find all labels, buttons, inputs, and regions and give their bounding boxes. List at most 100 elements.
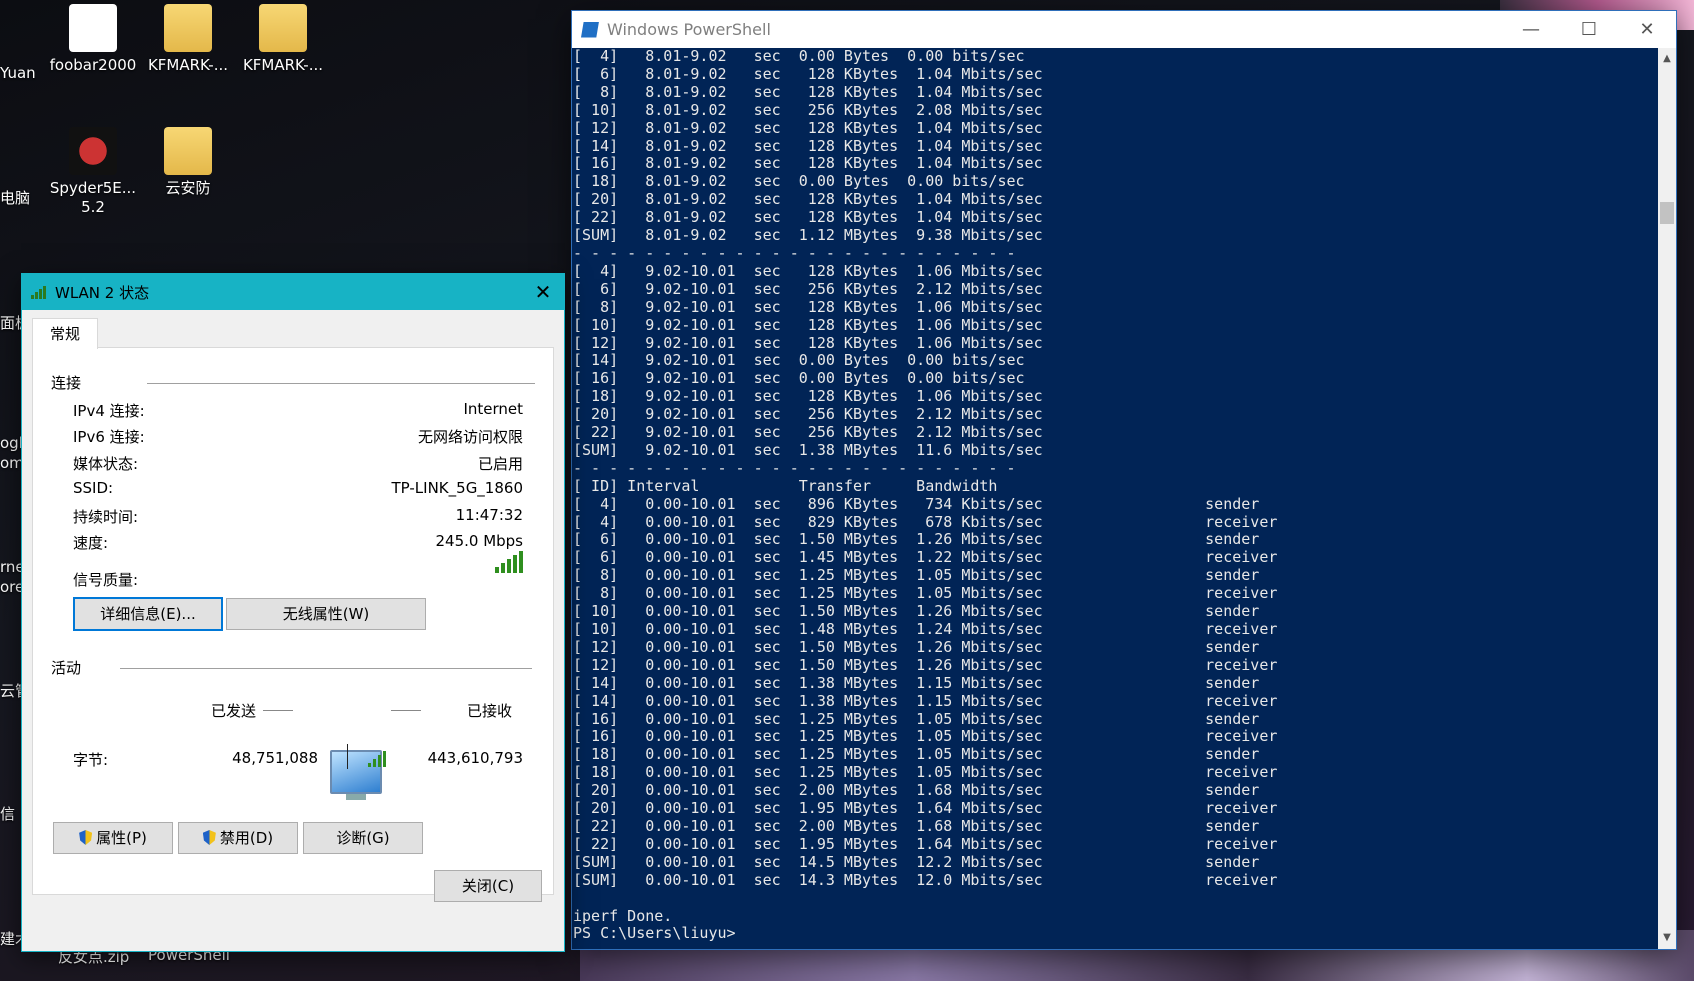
console-line: [ 12] 0.00-10.01 sec 1.50 MBytes 1.26 Mb…	[573, 637, 1260, 656]
close-dialog-button[interactable]: 关闭(C)	[434, 870, 542, 902]
activity-header: 活动	[51, 659, 82, 677]
desktop-icon-kfmark-1[interactable]: KFMARK-...	[143, 0, 233, 75]
details-button[interactable]: 详细信息(E)...	[73, 597, 223, 631]
console-line: [ 22] 0.00-10.01 sec 2.00 MBytes 1.68 Mb…	[573, 816, 1260, 835]
console-line: [ 10] 9.02-10.01 sec 128 KBytes 1.06 Mbi…	[573, 315, 1043, 334]
console-output[interactable]: [ 4] 8.01-9.02 sec 0.00 Bytes 0.00 bits/…	[572, 48, 1658, 949]
activity-line-left	[263, 710, 293, 711]
console-line: [ 18] 8.01-9.02 sec 0.00 Bytes 0.00 bits…	[573, 172, 1025, 191]
console-line: PS C:\Users\liuyu>	[573, 924, 736, 943]
desktop-partial-label: 信	[0, 805, 16, 823]
close-button[interactable]: ✕	[1618, 11, 1676, 48]
console-line: [ 12] 9.02-10.01 sec 128 KBytes 1.06 Mbi…	[573, 333, 1043, 352]
connection-header: 连接	[51, 374, 82, 392]
signal-quality-icon	[495, 551, 523, 573]
console-line: [ 10] 0.00-10.01 sec 1.50 MBytes 1.26 Mb…	[573, 602, 1260, 621]
signal-quality-label: 信号质量:	[73, 571, 139, 589]
desktop-icon-yunanfang[interactable]: 云安防	[143, 123, 233, 198]
console-line: [ 10] 0.00-10.01 sec 1.48 MBytes 1.24 Mb…	[573, 620, 1278, 638]
console-line: - - - - - - - - - - - - - - - - - - - - …	[573, 458, 1016, 477]
console-line: [ 4] 9.02-10.01 sec 128 KBytes 1.06 Mbit…	[573, 261, 1043, 280]
console-line: [ 8] 8.01-9.02 sec 128 KBytes 1.04 Mbits…	[573, 82, 1043, 101]
console-line: [ 18] 0.00-10.01 sec 1.25 MBytes 1.05 Mb…	[573, 763, 1278, 782]
powershell-title: Windows PowerShell	[607, 20, 771, 39]
console-line: [ 14] 9.02-10.01 sec 0.00 Bytes 0.00 bit…	[573, 351, 1025, 370]
powershell-icon	[581, 21, 599, 38]
console-line: [ 8] 0.00-10.01 sec 1.25 MBytes 1.05 Mbi…	[573, 566, 1260, 585]
console-line: [ 18] 9.02-10.01 sec 128 KBytes 1.06 Mbi…	[573, 387, 1043, 406]
dialog-title: WLAN 2 状态	[55, 283, 150, 302]
console-scrollbar[interactable]: ▲ ▼	[1658, 48, 1676, 949]
dialog-close-icon[interactable]: ✕	[530, 279, 556, 305]
divider	[120, 668, 532, 669]
desktop-icon-foobar2000[interactable]: foobar2000	[48, 0, 138, 75]
console-line: [ 16] 0.00-10.01 sec 1.25 MBytes 1.05 Mb…	[573, 709, 1260, 728]
general-panel: 连接 IPv4 连接: Internet IPv6 连接: 无网络访问权限 媒体…	[32, 347, 554, 895]
desktop-icon-kfmark-2[interactable]: KFMARK-...	[238, 0, 328, 75]
powershell-window[interactable]: Windows PowerShell — ☐ ✕ [ 4] 8.01-9.02 …	[572, 11, 1676, 949]
scroll-down-icon[interactable]: ▼	[1658, 929, 1676, 947]
console-line: [ 6] 0.00-10.01 sec 1.50 MBytes 1.26 Mbi…	[573, 530, 1260, 549]
console-line: [SUM] 0.00-10.01 sec 14.3 MBytes 12.0 Mb…	[573, 870, 1278, 889]
console-line: [ 4] 8.01-9.02 sec 0.00 Bytes 0.00 bits/…	[573, 48, 1025, 65]
console-line: [ 4] 0.00-10.01 sec 829 KBytes 678 Kbits…	[573, 512, 1278, 531]
console-line: [ 20] 0.00-10.01 sec 2.00 MBytes 1.68 Mb…	[573, 781, 1260, 800]
duration-label: 持续时间:	[73, 508, 139, 526]
bytes-sent-value: 48,751,088	[232, 749, 318, 767]
console-line: [ 14] 8.01-9.02 sec 128 KBytes 1.04 Mbit…	[573, 136, 1043, 155]
bytes-label: 字节:	[73, 751, 109, 769]
desktop-icon-spyder[interactable]: Spyder5E... 5.2	[48, 123, 138, 217]
scroll-thumb[interactable]	[1660, 202, 1674, 224]
console-line: [ 18] 0.00-10.01 sec 1.25 MBytes 1.05 Mb…	[573, 745, 1260, 764]
activity-signal-icon	[368, 751, 386, 767]
diagnose-button[interactable]: 诊断(G)	[303, 822, 423, 854]
folder-icon	[164, 127, 212, 175]
ssid-value: TP-LINK_5G_1860	[391, 479, 523, 497]
shield-icon	[79, 830, 93, 845]
ipv4-label: IPv4 连接:	[73, 402, 145, 420]
ipv4-value: Internet	[463, 400, 523, 418]
console-line: [ 14] 0.00-10.01 sec 1.38 MBytes 1.15 Mb…	[573, 691, 1278, 710]
console-line: [ 4] 0.00-10.01 sec 896 KBytes 734 Kbits…	[573, 494, 1260, 513]
console-line: [ 22] 0.00-10.01 sec 1.95 MBytes 1.64 Mb…	[573, 834, 1278, 853]
foobar2000-icon	[69, 4, 117, 52]
console-line: [SUM] 9.02-10.01 sec 1.38 MBytes 11.6 Mb…	[573, 440, 1043, 459]
properties-button[interactable]: 属性(P)	[53, 822, 173, 854]
media-state-value: 已启用	[477, 455, 523, 473]
bytes-separator	[347, 744, 348, 769]
console-line: [ 22] 8.01-9.02 sec 128 KBytes 1.04 Mbit…	[573, 208, 1043, 227]
console-line: [ 14] 0.00-10.01 sec 1.38 MBytes 1.15 Mb…	[573, 673, 1260, 692]
powershell-titlebar[interactable]: Windows PowerShell — ☐ ✕	[572, 11, 1676, 48]
spyder-icon	[69, 127, 117, 175]
wireless-properties-button[interactable]: 无线属性(W)	[226, 598, 426, 630]
minimize-button[interactable]: —	[1502, 11, 1560, 48]
zip-folder-icon	[164, 4, 212, 52]
console-line: [ 8] 0.00-10.01 sec 1.25 MBytes 1.05 Mbi…	[573, 584, 1278, 603]
console-line: [ 20] 0.00-10.01 sec 1.95 MBytes 1.64 Mb…	[573, 799, 1278, 818]
dialog-titlebar[interactable]: WLAN 2 状态 ✕	[22, 274, 564, 310]
console-line: [ 16] 0.00-10.01 sec 1.25 MBytes 1.05 Mb…	[573, 727, 1278, 746]
tab-general[interactable]: 常规	[32, 318, 98, 349]
console-line: [ 8] 9.02-10.01 sec 128 KBytes 1.06 Mbit…	[573, 297, 1043, 316]
desktop-partial-label: Yuan	[0, 64, 36, 82]
disable-button[interactable]: 禁用(D)	[178, 822, 298, 854]
media-state-label: 媒体状态:	[73, 455, 139, 473]
maximize-button[interactable]: ☐	[1560, 11, 1618, 48]
scroll-up-icon[interactable]: ▲	[1658, 50, 1676, 68]
console-line: [ 6] 0.00-10.01 sec 1.45 MBytes 1.22 Mbi…	[573, 548, 1278, 567]
folder-icon	[259, 4, 307, 52]
console-line: [ 20] 9.02-10.01 sec 256 KBytes 2.12 Mbi…	[573, 405, 1043, 424]
console-line: [ 6] 8.01-9.02 sec 128 KBytes 1.04 Mbits…	[573, 64, 1043, 83]
activity-line-right	[391, 710, 421, 711]
divider	[147, 383, 535, 384]
shield-icon	[202, 830, 216, 845]
console-line: [ 16] 9.02-10.01 sec 0.00 Bytes 0.00 bit…	[573, 369, 1025, 388]
bytes-received-value: 443,610,793	[427, 749, 523, 767]
wlan-status-dialog[interactable]: WLAN 2 状态 ✕ 常规 连接 IPv4 连接: Internet IPv6…	[21, 273, 565, 952]
console-line: [SUM] 0.00-10.01 sec 14.5 MBytes 12.2 Mb…	[573, 852, 1260, 871]
console-line: [ 12] 0.00-10.01 sec 1.50 MBytes 1.26 Mb…	[573, 655, 1278, 674]
ipv6-value: 无网络访问权限	[417, 428, 523, 446]
speed-value: 245.0 Mbps	[435, 532, 523, 550]
ssid-label: SSID:	[73, 479, 114, 497]
